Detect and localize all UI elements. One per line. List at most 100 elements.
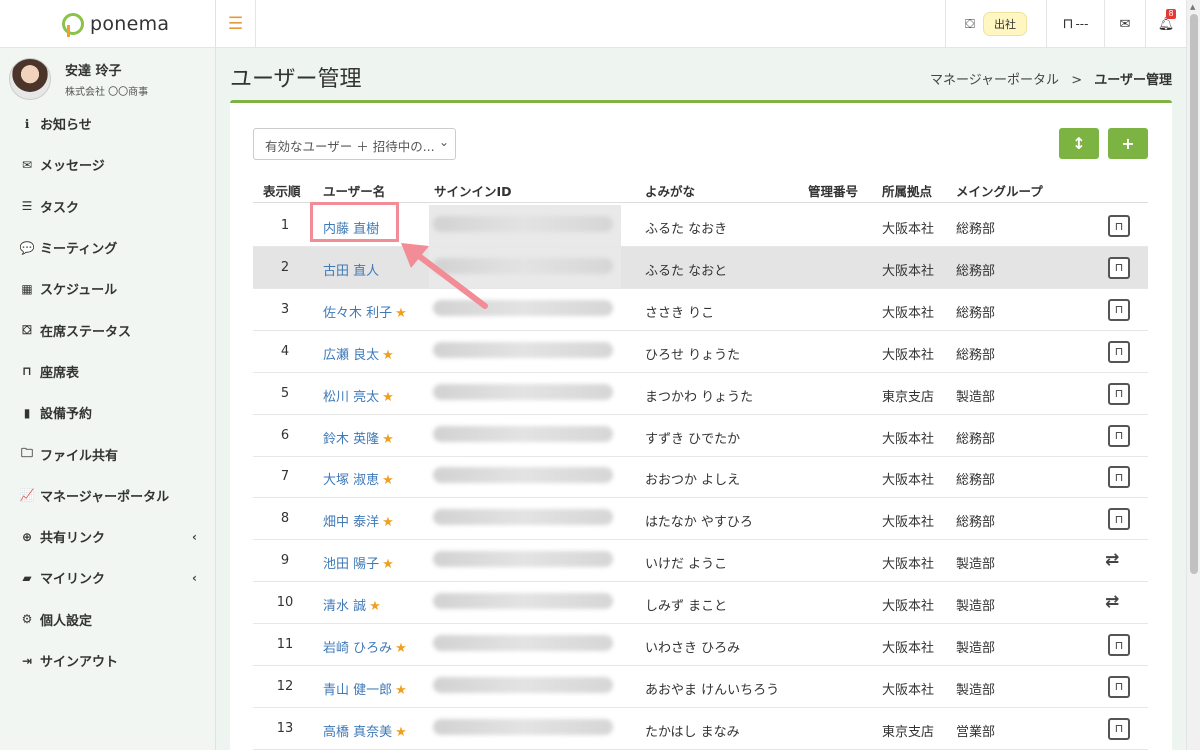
sidebar-item-calendar[interactable]: ▦ スケジュール xyxy=(0,268,215,309)
top-header: ☰ ⛋ 出社 ⊓ --- ✉ 🔔︎ 8 xyxy=(216,0,1186,48)
attendance-status-button[interactable]: ⛋ 出社 xyxy=(945,0,1046,48)
sidebar-item-label: ファイル共有 xyxy=(40,448,119,464)
header-management-number[interactable]: 管理番号 xyxy=(808,181,858,200)
table-row: 5 松川 亮太 ★ まつかわ りょうた 東京支店 製造部 ⊓ xyxy=(253,373,1148,415)
user-name-link[interactable]: 広瀬 良太 ★ xyxy=(323,344,394,363)
group-cell: 総務部 xyxy=(956,431,996,447)
seat-status-text: --- xyxy=(1075,17,1089,31)
seat-assign-button[interactable]: ⊓ xyxy=(1108,717,1130,740)
messages-button[interactable]: ✉ xyxy=(1104,0,1145,48)
table-row: 9 池田 陽子 ★ いけだ ようこ 大阪本社 製造部 ⇄ xyxy=(253,540,1148,583)
header-signin-id[interactable]: サインインID xyxy=(434,181,512,200)
seat-assign-button[interactable]: ⊓ xyxy=(1108,298,1130,321)
star-icon: ★ xyxy=(382,515,394,531)
signin-id-blurred xyxy=(433,509,613,526)
user-name-link[interactable]: 池田 陽子 ★ xyxy=(323,553,394,572)
user-name-link[interactable]: 畑中 泰洋 ★ xyxy=(323,511,394,530)
breadcrumb-parent-link[interactable]: マネージャーポータル xyxy=(930,73,1059,88)
bookmark-icon: ▰ xyxy=(22,570,32,585)
seat-assign-button[interactable]: ⊓ xyxy=(1108,215,1130,237)
user-name-link[interactable]: 岩崎 ひろみ ★ xyxy=(323,637,407,656)
chair-icon: ⊓ xyxy=(22,364,32,379)
seat-assign-button[interactable]: ⊓ xyxy=(1108,634,1130,656)
seat-swap-button[interactable]: ⇄ xyxy=(1105,592,1119,612)
seat-swap-button[interactable]: ⇄ xyxy=(1105,550,1119,570)
sidebar-item-label: 個人設定 xyxy=(40,613,93,629)
header-order[interactable]: 表示順 xyxy=(263,181,301,200)
order-cell: 10 xyxy=(276,595,294,611)
user-name-link[interactable]: 古田 直人 xyxy=(323,260,379,279)
table-row: 3 佐々木 利子 ★ ささき りこ 大阪本社 総務部 ⊓ xyxy=(253,289,1148,331)
sidebar-item-info-circle[interactable]: ℹ お知らせ xyxy=(0,103,215,144)
gear-icon: ⚙ xyxy=(21,612,33,627)
user-name-text: 松川 亮太 xyxy=(323,389,380,405)
scroll-up-icon[interactable]: ▲ xyxy=(1190,3,1195,11)
scroll-thumb[interactable] xyxy=(1190,14,1198,574)
group-cell: 総務部 xyxy=(956,222,996,237)
tasks-icon: ☰ xyxy=(21,199,33,214)
user-name-link[interactable]: 青山 健一郎 ★ xyxy=(323,679,407,698)
breadcrumb-separator: > xyxy=(1071,73,1083,88)
header-main-group[interactable]: メイングループ xyxy=(956,181,1043,200)
sidebar-item-label: マネージャーポータル xyxy=(40,489,170,505)
sidebar-item-envelope[interactable]: ✉ メッセージ xyxy=(0,144,215,185)
hamburger-icon: ☰ xyxy=(227,14,244,34)
signin-id-blurred xyxy=(433,467,613,484)
sidebar-item-label: ミーティング xyxy=(40,242,118,258)
location-cell: 大阪本社 xyxy=(882,305,935,321)
logo[interactable]: ponema xyxy=(0,0,215,48)
sidebar-item-folder[interactable]: 🗀 ファイル共有 xyxy=(0,433,215,474)
sidebar-item-bookmark[interactable]: ▰ マイリンク ‹ xyxy=(0,557,215,598)
header-username[interactable]: ユーザー名 xyxy=(323,181,385,200)
sidebar-item-book[interactable]: ▮ 設備予約 xyxy=(0,392,215,433)
sidebar-item-sign-out[interactable]: ⇥ サインアウト xyxy=(0,640,215,681)
header-location[interactable]: 所属拠点 xyxy=(882,181,932,200)
user-name-link[interactable]: 清水 誠 ★ xyxy=(323,595,381,614)
table-row: 7 大塚 淑恵 ★ おおつか よしえ 大阪本社 総務部 ⊓ xyxy=(253,456,1148,499)
sidebar-item-label: マイリンク xyxy=(40,572,106,588)
signin-id-blurred xyxy=(433,341,613,358)
user-filter-select[interactable]: 有効なユーザー ＋ 招待中の... ⌄ xyxy=(253,128,456,160)
star-icon: ★ xyxy=(382,557,394,573)
seat-assign-button[interactable]: ⊓ xyxy=(1108,382,1130,405)
plus-icon: + xyxy=(1121,134,1135,153)
sidebar-item-globe[interactable]: ⊕ 共有リンク ‹ xyxy=(0,516,215,557)
order-cell: 13 xyxy=(276,720,294,736)
sidebar-item-chair[interactable]: ⊓ 座席表 xyxy=(0,351,215,392)
seat-assign-button[interactable]: ⊓ xyxy=(1108,340,1130,363)
sidebar-item-tasks[interactable]: ☰ タスク xyxy=(0,186,215,227)
seat-assign-button[interactable]: ⊓ xyxy=(1108,256,1130,279)
sidebar-item-chart[interactable]: 📈 マネージャーポータル xyxy=(0,475,215,516)
user-name-link[interactable]: 松川 亮太 ★ xyxy=(323,386,394,405)
globe-icon: ⊕ xyxy=(21,529,33,544)
seat-assign-button[interactable]: ⊓ xyxy=(1108,466,1130,489)
status-icon: ⛋ xyxy=(22,322,32,337)
seat-status-button[interactable]: ⊓ --- xyxy=(1046,0,1104,48)
star-icon: ★ xyxy=(395,641,407,656)
notifications-button[interactable]: 🔔︎ 8 xyxy=(1145,0,1186,48)
sidebar-item-comments[interactable]: 💬 ミーティング xyxy=(0,227,215,268)
signin-id-blurred xyxy=(433,635,613,651)
order-cell: 8 xyxy=(280,511,290,527)
seat-assign-button[interactable]: ⊓ xyxy=(1108,675,1130,698)
user-profile[interactable]: 安達 玲子 株式会社 〇〇商事 xyxy=(0,48,215,102)
sort-order-button[interactable]: ↕ xyxy=(1059,128,1099,159)
group-cell: 総務部 xyxy=(956,473,996,489)
chair-icon: ⊓ xyxy=(1114,429,1124,442)
user-name-text: 池田 陽子 xyxy=(323,557,380,573)
menu-toggle-button[interactable]: ☰ xyxy=(216,0,256,48)
order-cell: 5 xyxy=(280,385,290,401)
seat-assign-button[interactable]: ⊓ xyxy=(1108,424,1130,447)
sign-out-icon: ⇥ xyxy=(21,653,33,668)
group-cell: 製造部 xyxy=(956,641,996,656)
page-scrollbar[interactable]: ▲ xyxy=(1186,0,1200,750)
star-icon: ★ xyxy=(369,599,381,615)
user-name-link[interactable]: 鈴木 英隆 ★ xyxy=(323,428,394,447)
seat-assign-button[interactable]: ⊓ xyxy=(1108,508,1130,531)
sidebar-item-status[interactable]: ⛋ 在席ステータス xyxy=(0,309,215,350)
header-kana[interactable]: よみがな xyxy=(645,181,695,200)
add-user-button[interactable]: + xyxy=(1108,128,1148,159)
user-name-link[interactable]: 大塚 淑恵 ★ xyxy=(323,469,394,488)
sidebar-item-gear[interactable]: ⚙ 個人設定 xyxy=(0,599,215,640)
user-name-link[interactable]: 高橋 真奈美 ★ xyxy=(323,721,407,740)
